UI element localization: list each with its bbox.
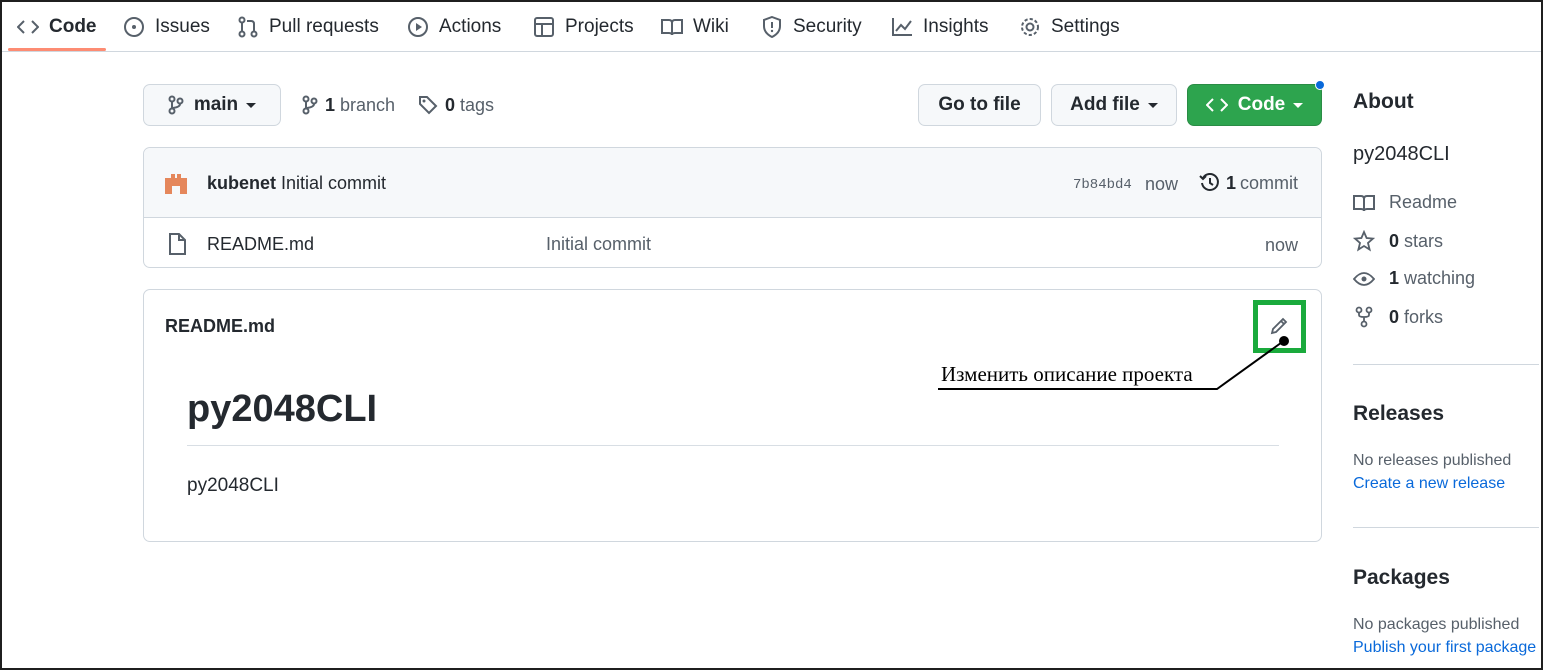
create-release-link[interactable]: Create a new release	[1353, 475, 1505, 493]
watching-count: 1	[1389, 268, 1400, 288]
about-title: About	[1353, 90, 1414, 113]
about-readme-label: Readme	[1389, 192, 1458, 212]
sidebar-divider	[1353, 364, 1539, 365]
about-watching-link[interactable]: 1 watching	[1353, 268, 1475, 289]
packages-title[interactable]: Packages	[1353, 566, 1450, 590]
about-stars-link[interactable]: 0 stars	[1353, 230, 1443, 252]
sidebar-divider	[1353, 527, 1539, 528]
forks-count: 0	[1389, 306, 1400, 327]
about-description: py2048CLI	[1353, 143, 1450, 165]
star-icon	[1353, 230, 1375, 252]
book-icon	[1353, 193, 1375, 213]
annotation-text: Изменить описание проекта	[941, 362, 1193, 386]
annotation-leader-line	[938, 336, 1289, 390]
eye-icon	[1353, 271, 1375, 287]
watching-label: watching	[1404, 268, 1476, 288]
about-forks-link[interactable]: 0 forks	[1353, 306, 1443, 328]
forks-label: forks	[1404, 306, 1444, 327]
releases-empty-text: No releases published	[1353, 452, 1512, 469]
releases-title[interactable]: Releases	[1353, 402, 1444, 426]
stars-label: stars	[1404, 230, 1444, 251]
packages-empty-text: No packages published	[1353, 616, 1520, 633]
publish-package-link[interactable]: Publish your first package	[1353, 639, 1536, 657]
fork-icon	[1353, 306, 1375, 328]
stars-count: 0	[1389, 230, 1400, 251]
about-readme-link[interactable]: Readme	[1353, 192, 1457, 213]
